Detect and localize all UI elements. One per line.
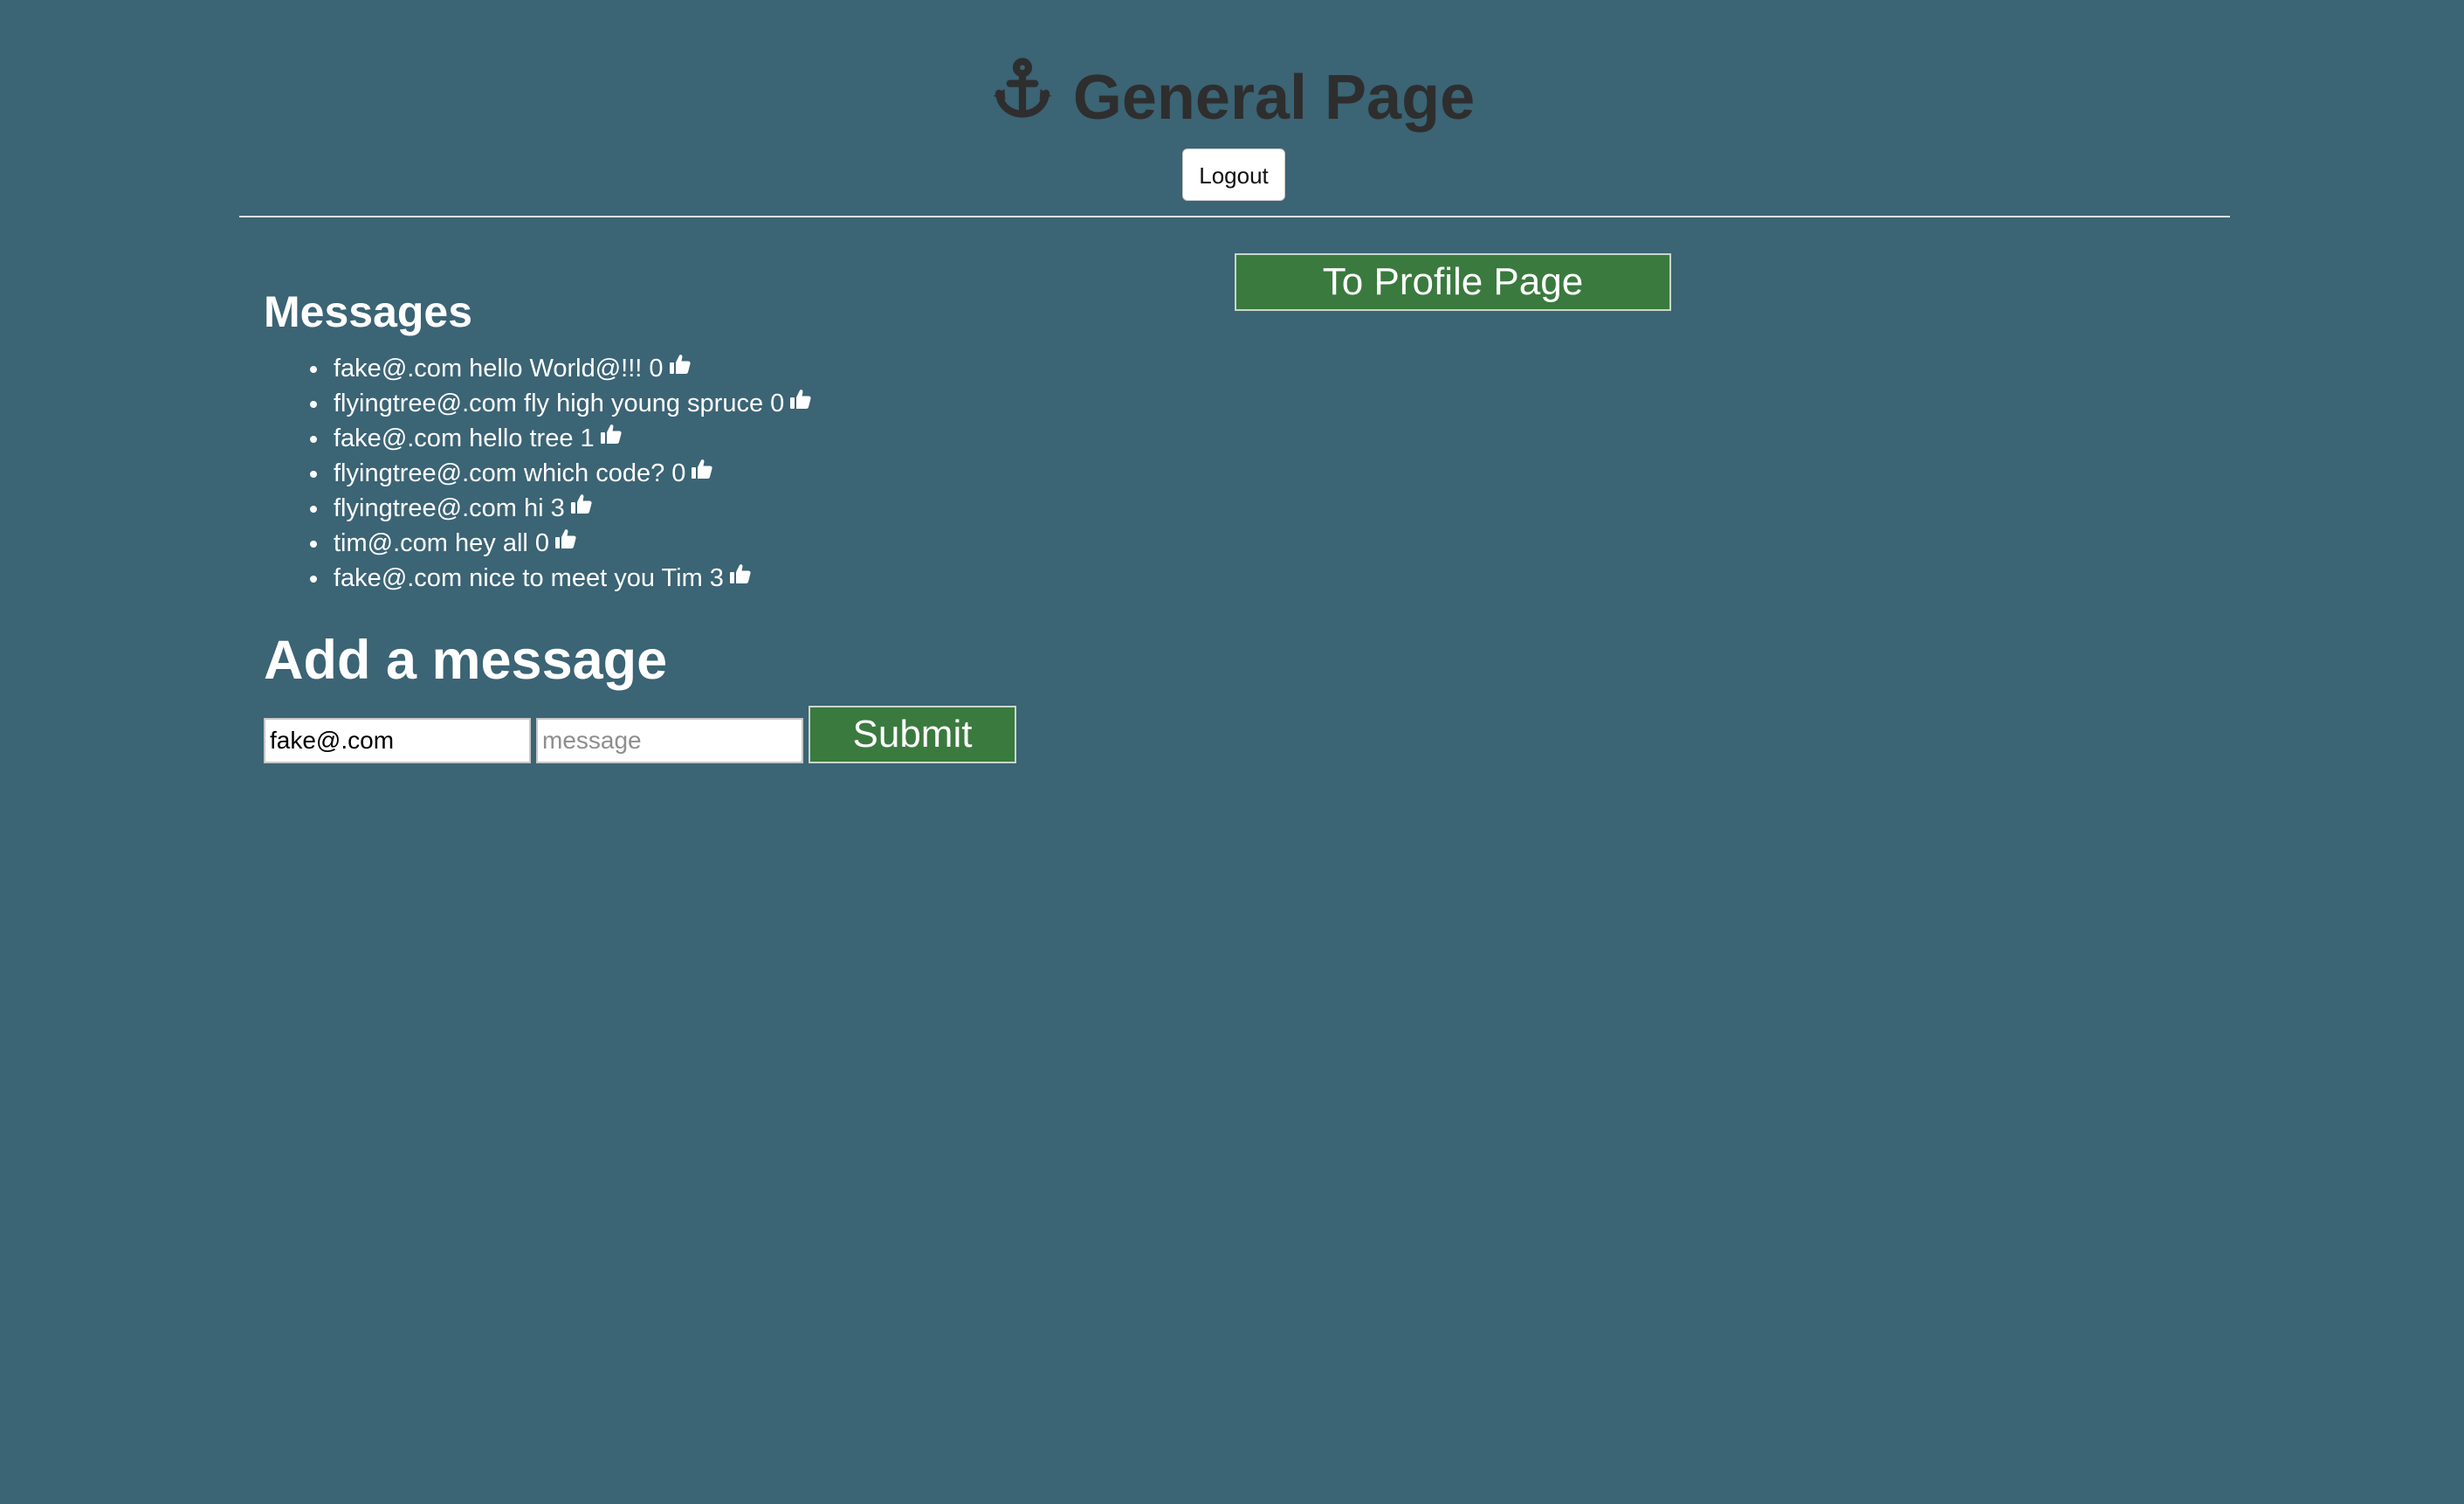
message-text: nice to meet you Tim (469, 564, 703, 592)
message-text: hello tree (469, 424, 574, 452)
message-list: fake@.com hello World@!!! 0 flyingtree@.… (264, 351, 812, 596)
thumbs-up-icon[interactable] (789, 384, 812, 419)
message-text: hey all (455, 529, 528, 557)
submit-button[interactable]: Submit (809, 706, 1016, 763)
message-text: which code? (524, 459, 665, 487)
list-item: fake@.com nice to meet you Tim 3 (264, 561, 812, 596)
to-profile-page-button[interactable]: To Profile Page (1235, 253, 1671, 311)
message-text: hi (524, 494, 544, 522)
list-item: tim@.com hey all 0 (264, 526, 812, 561)
like-count: 0 (649, 355, 664, 383)
page-title: General Page (0, 58, 2464, 145)
message-input[interactable] (536, 718, 803, 763)
add-message-heading: Add a message (264, 630, 668, 691)
message-email: fake@.com (334, 355, 463, 383)
message-email: flyingtree@.com (334, 494, 517, 522)
message-email: fake@.com (334, 564, 463, 592)
like-count: 3 (550, 494, 565, 522)
list-item: fake@.com hello tree 1 (264, 421, 812, 456)
header-divider (239, 216, 2230, 217)
message-email: tim@.com (334, 529, 448, 557)
list-item: fake@.com hello World@!!! 0 (264, 351, 812, 386)
logout-button[interactable]: Logout (1182, 148, 1285, 201)
thumbs-up-icon[interactable] (729, 559, 752, 594)
like-count: 0 (671, 459, 686, 487)
message-text: hello World@!!! (469, 355, 643, 383)
message-email: fake@.com (334, 424, 463, 452)
thumbs-up-icon[interactable] (600, 419, 623, 454)
messages-heading: Messages (264, 287, 473, 336)
like-count: 1 (580, 424, 595, 452)
thumbs-up-icon[interactable] (570, 489, 593, 524)
list-item: flyingtree@.com which code? 0 (264, 456, 812, 491)
message-text: fly high young spruce (524, 390, 764, 417)
list-item: flyingtree@.com hi 3 (264, 491, 812, 526)
page-title-text: General Page (1072, 63, 1476, 133)
email-field[interactable] (264, 718, 531, 763)
list-item: flyingtree@.com fly high young spruce 0 (264, 386, 812, 421)
thumbs-up-icon[interactable] (554, 524, 577, 559)
like-count: 0 (770, 390, 785, 417)
thumbs-up-icon[interactable] (691, 454, 713, 489)
thumbs-up-icon[interactable] (669, 349, 692, 384)
message-email: flyingtree@.com (334, 390, 517, 417)
like-count: 3 (709, 564, 724, 592)
like-count: 0 (534, 529, 550, 557)
anchor-icon (989, 56, 1056, 141)
message-email: flyingtree@.com (334, 459, 517, 487)
